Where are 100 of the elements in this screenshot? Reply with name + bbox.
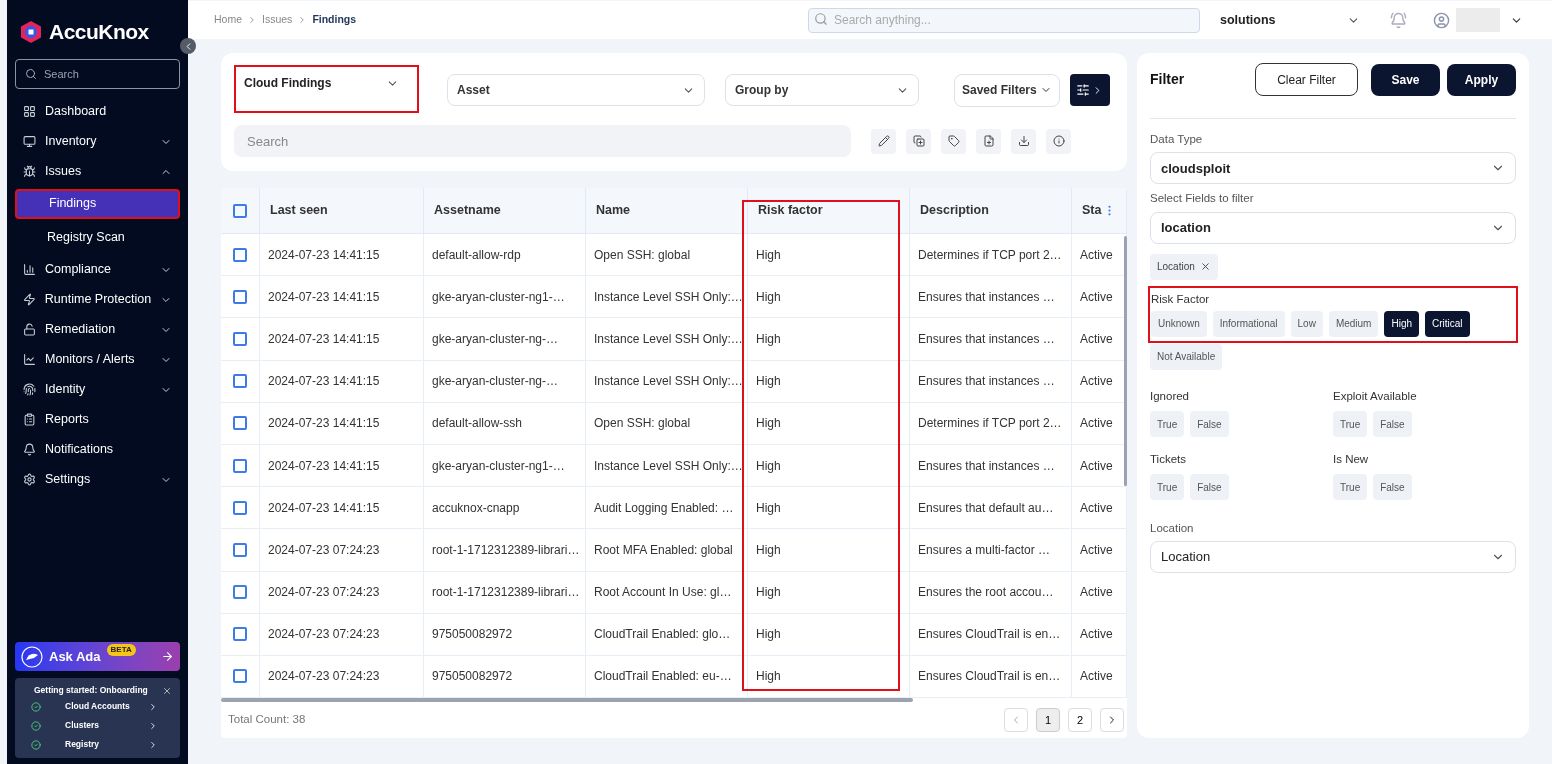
toolbar-icon-button[interactable] <box>1011 128 1036 154</box>
column-header[interactable]: Sta <box>1072 188 1127 233</box>
row-checkbox[interactable] <box>233 500 247 515</box>
toolbar-icon-button[interactable] <box>941 128 966 154</box>
row-checkbox[interactable] <box>233 542 247 557</box>
row-checkbox[interactable] <box>233 416 247 431</box>
nav-item[interactable]: Dashboard <box>15 96 180 127</box>
workspace-dropdown[interactable]: solutions <box>1220 10 1360 30</box>
toolbar-icon-button[interactable] <box>906 128 931 154</box>
row-checkbox[interactable] <box>233 247 247 262</box>
bell-icon[interactable] <box>1390 11 1407 29</box>
table-cell: High <box>748 529 910 571</box>
save-button[interactable]: Save <box>1371 63 1440 96</box>
toolbar-icon-button[interactable] <box>1046 128 1071 154</box>
dropdown[interactable]: cloudsploit <box>1150 152 1516 185</box>
onboarding-step[interactable]: Registry <box>23 735 172 754</box>
filter-chip[interactable]: True <box>1150 411 1185 437</box>
row-checkbox[interactable] <box>233 585 247 600</box>
page-button[interactable]: 1 <box>1036 708 1060 733</box>
filter-chip[interactable]: Critical <box>1425 310 1470 337</box>
dropdown[interactable]: Location <box>1150 540 1516 573</box>
table-cell: Audit Logging Enabled: … <box>586 487 748 529</box>
page-button[interactable]: 2 <box>1068 708 1092 733</box>
field-label: Data Type <box>1150 132 1204 147</box>
arrow-right-icon <box>161 650 174 664</box>
row-checkbox[interactable] <box>233 374 247 389</box>
global-search-field[interactable]: Search anything... <box>808 7 1200 33</box>
table-cell: Ensures that instances … <box>910 444 1072 487</box>
column-header[interactable]: Name <box>586 188 748 233</box>
filter-chip[interactable]: True <box>1150 474 1185 501</box>
row-checkbox[interactable] <box>233 331 247 346</box>
nav-item[interactable]: Notifications <box>15 434 180 465</box>
table-cell: Ensures that instances … <box>910 276 1072 318</box>
filter-chip[interactable]: False <box>1373 474 1412 501</box>
nav-subitem[interactable]: Findings <box>15 188 180 219</box>
filter-chip[interactable]: Informational <box>1212 310 1285 337</box>
search-field[interactable]: Search <box>15 58 180 89</box>
nav-item[interactable]: Runtime Protection <box>15 284 180 315</box>
column-header[interactable]: Risk factor <box>748 188 910 233</box>
filter-chip[interactable]: False <box>1190 474 1229 501</box>
nav-item[interactable]: Issues <box>15 156 180 187</box>
nav-item[interactable]: Settings <box>15 464 180 495</box>
filter-chip[interactable]: False <box>1190 411 1229 437</box>
breadcrumb-link[interactable]: Home <box>214 12 242 28</box>
filter-tag[interactable]: Location <box>1150 253 1218 280</box>
nav-item[interactable]: Monitors / Alerts <box>15 344 180 375</box>
table-cell: 2024-07-23 07:24:23 <box>260 613 424 655</box>
row-checkbox[interactable] <box>233 458 247 473</box>
search-field[interactable]: Search <box>234 125 851 157</box>
clear-filter-button[interactable]: Clear Filter <box>1255 63 1358 96</box>
table-cell: High <box>748 444 910 487</box>
filter-chip[interactable]: Not Available <box>1150 343 1223 370</box>
table-cell: High <box>748 360 910 402</box>
dropdown[interactable]: Asset <box>447 74 705 106</box>
filter-chip[interactable]: True <box>1333 474 1368 501</box>
nav-item[interactable]: Identity <box>15 374 180 405</box>
nav-subitem[interactable]: Registry Scan <box>15 222 180 253</box>
filter-chip[interactable]: True <box>1333 411 1368 437</box>
toolbar-icon-button[interactable] <box>871 128 896 154</box>
column-header[interactable]: Last seen <box>260 188 424 233</box>
field-label: Select Fields to filter <box>1150 191 1255 207</box>
table-cell: Active <box>1072 529 1127 571</box>
filter-chip[interactable]: False <box>1373 411 1412 437</box>
row-checkbox[interactable] <box>233 289 247 304</box>
nav-item[interactable]: Inventory <box>15 126 180 157</box>
padlock-icon <box>23 323 36 336</box>
table-cell: Ensures the root accou… <box>910 571 1072 613</box>
filter-chip[interactable]: Medium <box>1328 310 1379 337</box>
table-cell: Active <box>1072 487 1127 529</box>
breadcrumb-link[interactable]: Findings <box>312 12 357 28</box>
table-cell: accuknox-cnapp <box>424 487 586 529</box>
select-all-checkbox[interactable] <box>233 203 247 218</box>
row-checkbox[interactable] <box>233 669 247 684</box>
filter-chip[interactable]: Unknown <box>1151 310 1207 337</box>
dropdown[interactable]: location <box>1150 211 1516 244</box>
nav-item[interactable]: Remediation <box>15 314 180 345</box>
apply-button[interactable]: Apply <box>1447 63 1516 96</box>
table-cell: High <box>748 402 910 444</box>
nav-item[interactable]: Reports <box>15 404 180 435</box>
breadcrumb-link[interactable]: Issues <box>262 12 293 28</box>
collapse-button[interactable] <box>180 38 196 54</box>
column-header[interactable]: Description <box>910 188 1072 233</box>
ada-logo-icon <box>21 645 43 668</box>
column-header[interactable]: Assetname <box>424 188 586 233</box>
user-avatar-icon[interactable] <box>1433 11 1450 29</box>
nav-item[interactable]: Compliance <box>15 254 180 285</box>
dropdown[interactable]: Group by <box>725 74 919 106</box>
table-cell: gke-aryan-cluster-ng1-… <box>424 444 586 487</box>
filter-panel-button[interactable] <box>1069 74 1110 106</box>
saved-filters-button[interactable]: Saved Filters <box>954 73 1060 107</box>
onboarding-step[interactable]: Clusters <box>23 716 172 735</box>
table-cell: Instance Level SSH Only:… <box>586 276 748 318</box>
filter-chip[interactable]: Low <box>1290 310 1323 337</box>
table-cell: High <box>748 318 910 360</box>
ask-ada-button[interactable]: Ask Ada BETA <box>15 642 180 672</box>
toolbar-icon-button[interactable] <box>976 128 1001 154</box>
onboarding-step[interactable]: Cloud Accounts <box>23 697 172 716</box>
filter-chip[interactable]: High <box>1384 310 1420 337</box>
row-checkbox[interactable] <box>233 627 247 642</box>
table-cell: 2024-07-23 14:41:15 <box>260 234 424 276</box>
